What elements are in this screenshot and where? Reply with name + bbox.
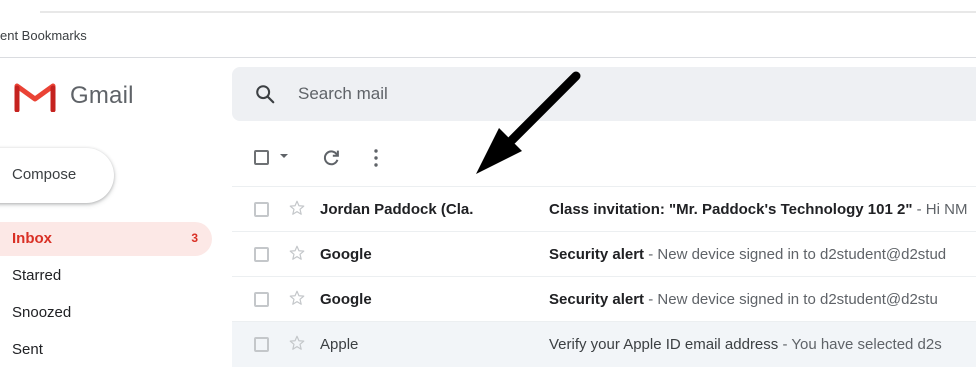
- star-icon[interactable]: [288, 244, 306, 262]
- sidebar-item-sent[interactable]: Sent: [0, 333, 212, 367]
- bookmarks-bar-label[interactable]: ent Bookmarks: [0, 28, 87, 43]
- email-separator: -: [644, 291, 658, 308]
- email-row[interactable]: Jordan Paddock (Cla. Class invitation: "…: [232, 186, 976, 232]
- gmail-m-logo-icon: [14, 83, 56, 112]
- row-checkbox[interactable]: [254, 247, 269, 262]
- gmail-logo[interactable]: Gmail: [14, 78, 134, 114]
- select-all-checkbox[interactable]: [254, 150, 269, 165]
- email-subject: Security alert: [549, 246, 645, 263]
- email-separator: -: [778, 336, 792, 353]
- mail-toolbar: [232, 140, 976, 176]
- sidebar-item-label: Snoozed: [12, 304, 72, 321]
- email-row[interactable]: Apple Verify your Apple ID email address…: [232, 321, 976, 367]
- star-icon[interactable]: [288, 289, 306, 307]
- sidebar-item-starred[interactable]: Starred: [0, 259, 212, 293]
- compose-button[interactable]: Compose: [0, 148, 114, 203]
- select-dropdown-chevron-down-icon[interactable]: [280, 154, 288, 158]
- compose-label: Compose: [12, 166, 77, 183]
- refresh-icon[interactable]: [320, 147, 342, 169]
- more-vert-icon[interactable]: [370, 147, 382, 169]
- star-icon[interactable]: [288, 199, 306, 217]
- email-subject: Security alert: [549, 291, 645, 308]
- email-snippet: New device signed in to d2student@d2stud: [657, 246, 947, 263]
- email-sender: Google: [320, 246, 372, 263]
- email-sender: Google: [320, 291, 372, 308]
- address-bar-edge: [40, 11, 976, 13]
- email-content: Security alert - New device signed in to…: [549, 291, 976, 308]
- email-row[interactable]: Google Security alert - New device signe…: [232, 276, 976, 322]
- search-icon[interactable]: [254, 83, 276, 105]
- email-snippet: New device signed in to d2student@d2stu: [657, 291, 938, 308]
- email-row[interactable]: Google Security alert - New device signe…: [232, 231, 976, 277]
- email-content: Verify your Apple ID email address - You…: [549, 336, 976, 353]
- email-content: Class invitation: "Mr. Paddock's Technol…: [549, 201, 976, 218]
- row-checkbox[interactable]: [254, 292, 269, 307]
- row-checkbox[interactable]: [254, 337, 269, 352]
- star-icon[interactable]: [288, 334, 306, 352]
- email-separator: -: [644, 246, 658, 263]
- email-snippet: Hi NM: [925, 201, 968, 218]
- email-snippet: You have selected d2s: [791, 336, 942, 353]
- email-sender: Jordan Paddock (Cla.: [320, 201, 474, 218]
- sidebar-item-inbox[interactable]: Inbox 3: [0, 222, 212, 256]
- row-checkbox[interactable]: [254, 202, 269, 217]
- search-input[interactable]: Search mail: [298, 84, 388, 104]
- email-content: Security alert - New device signed in to…: [549, 246, 976, 263]
- unread-count: 3: [191, 231, 198, 245]
- email-sender: Apple: [320, 336, 359, 353]
- sidebar-item-label: Starred: [12, 267, 62, 284]
- email-subject: Class invitation: "Mr. Paddock's Technol…: [549, 201, 913, 218]
- search-bar[interactable]: Search mail: [232, 67, 976, 121]
- sidebar-item-label: Sent: [12, 341, 43, 358]
- browser-top-strip: [0, 0, 976, 14]
- email-separator: -: [912, 201, 926, 218]
- app-name: Gmail: [70, 82, 134, 109]
- sidebar-item-label: Inbox: [12, 230, 52, 247]
- email-subject: Verify your Apple ID email address: [549, 336, 779, 353]
- bookmarks-bar: ent Bookmarks: [0, 14, 976, 58]
- sidebar-item-snoozed[interactable]: Snoozed: [0, 296, 212, 330]
